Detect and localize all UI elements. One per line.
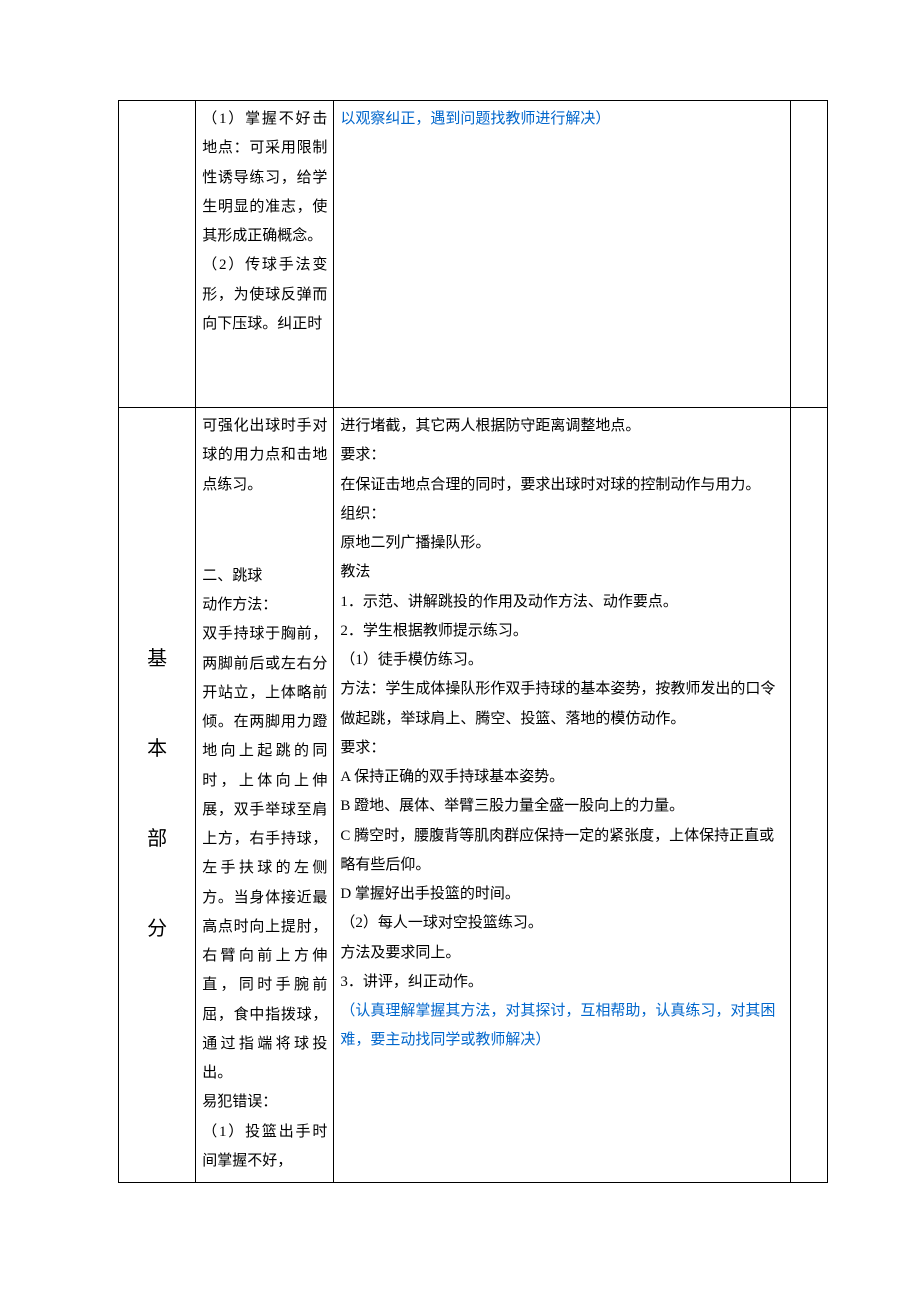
document-page: （1）掌握不好击地点：可采用限制性诱导练习，给学生明显的准志，使其形成正确概念。… xyxy=(0,0,920,1302)
method-text-1: （1）掌握不好击地点：可采用限制性诱导练习，给学生明显的准志，使其形成正确概念。… xyxy=(202,105,327,339)
content-black-2: 进行堵截，其它两人根据防守距离调整地点。 要求： 在保证击地点合理的同时，要求出… xyxy=(340,412,784,997)
lesson-plan-table: （1）掌握不好击地点：可采用限制性诱导练习，给学生明显的准志，使其形成正确概念。… xyxy=(118,100,828,1183)
tail-cell-2 xyxy=(791,408,828,1183)
method-text-2b: 二、跳球 动作方法： 双手持球于胸前，两脚前后或左右分开站立，上体略前倾。在两脚… xyxy=(202,562,327,1176)
tail-cell-1 xyxy=(791,101,828,408)
spacer xyxy=(202,500,327,562)
method-cell-2: 可强化出球时手对球的用力点和击地点练习。 二、跳球 动作方法： 双手持球于胸前，… xyxy=(196,408,334,1183)
table-row: 基 本 部 分 可强化出球时手对球的用力点和击地点练习。 二、跳球 动作方法： … xyxy=(119,408,828,1183)
spacer xyxy=(202,339,327,401)
content-cell-1: 以观察纠正，遇到问题找教师进行解决） xyxy=(334,101,791,408)
section-label: 基 本 部 分 xyxy=(125,614,189,974)
method-cell-1: （1）掌握不好击地点：可采用限制性诱导练习，给学生明显的准志，使其形成正确概念。… xyxy=(196,101,334,408)
table-row: （1）掌握不好击地点：可采用限制性诱导练习，给学生明显的准志，使其形成正确概念。… xyxy=(119,101,828,408)
content-blue-2: （认真理解掌握其方法，对其探讨，互相帮助，认真练习，对其困难，要主动找同学或教师… xyxy=(340,997,784,1056)
section-cell-empty xyxy=(119,101,196,408)
content-blue-1: 以观察纠正，遇到问题找教师进行解决） xyxy=(340,111,610,127)
content-cell-2: 进行堵截，其它两人根据防守距离调整地点。 要求： 在保证击地点合理的同时，要求出… xyxy=(334,408,791,1183)
section-cell-main: 基 本 部 分 xyxy=(119,408,196,1183)
method-text-2a: 可强化出球时手对球的用力点和击地点练习。 xyxy=(202,412,327,500)
